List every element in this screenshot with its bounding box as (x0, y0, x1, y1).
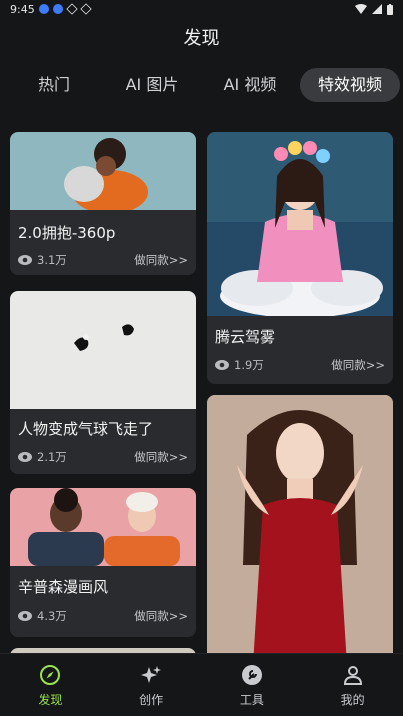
card-thumbnail (10, 291, 196, 409)
nav-discover[interactable]: 发现 (0, 654, 101, 716)
card-title: 2.0拥抱-360p (18, 224, 116, 242)
notification-icon (52, 4, 63, 14)
nav-label: 创作 (139, 693, 164, 707)
person-icon (343, 666, 362, 685)
template-card[interactable] (207, 395, 393, 653)
cube-icon (80, 3, 92, 15)
card-title: 人物变成气球飞走了 (18, 420, 154, 438)
video-feed[interactable]: 2.0拥抱-360p 3.1万 做同款>> 人物变成气球飞走了 2.1万 做同款… (0, 130, 403, 653)
tab-ai-video[interactable]: AI 视频 (218, 68, 282, 102)
template-card[interactable]: 腾云驾雾 1.9万 做同款>> (207, 132, 393, 384)
bottom-nav: 发现 创作 工具 我的 (0, 653, 403, 716)
signal-icon (372, 4, 382, 14)
card-title: 腾云驾雾 (215, 328, 276, 346)
card-thumbnail (207, 395, 393, 653)
notification-icon (38, 4, 49, 14)
status-bar: 9:45 (0, 0, 403, 18)
sparkle-icon (141, 666, 162, 683)
card-thumbnail (10, 488, 196, 566)
card-thumbnail (10, 132, 196, 210)
view-count: 2.1万 (37, 450, 67, 464)
template-card[interactable]: 辛普森漫画风 4.3万 做同款>> (10, 488, 196, 637)
make-same-link[interactable]: 做同款>> (134, 608, 188, 624)
view-count: 3.1万 (37, 253, 67, 267)
make-same-link[interactable]: 做同款>> (134, 252, 188, 268)
card-meta: 3.1万 做同款>> (18, 252, 188, 268)
status-time: 9:45 (10, 2, 35, 16)
wifi-icon (355, 4, 367, 14)
cube-icon (66, 3, 78, 15)
make-same-link[interactable]: 做同款>> (134, 449, 188, 465)
category-tabs: 热门 AI 图片 AI 视频 特效视频 (0, 68, 403, 102)
eye-icon (215, 360, 229, 370)
battery-icon (387, 3, 393, 15)
card-meta: 1.9万 做同款>> (215, 357, 385, 373)
view-count: 1.9万 (234, 358, 264, 372)
nav-profile[interactable]: 我的 (302, 654, 403, 716)
view-count: 4.3万 (37, 609, 67, 623)
eye-icon (18, 255, 32, 265)
make-same-link[interactable]: 做同款>> (331, 357, 385, 373)
template-card[interactable]: 人物变成气球飞走了 2.1万 做同款>> (10, 291, 196, 474)
nav-tools[interactable]: 工具 (202, 654, 303, 716)
card-meta: 2.1万 做同款>> (18, 449, 188, 465)
nav-label: 工具 (239, 693, 264, 707)
card-thumbnail (207, 132, 393, 316)
wrench-icon (241, 665, 262, 685)
template-card[interactable]: 2.0拥抱-360p 3.1万 做同款>> (10, 132, 196, 275)
tab-hot[interactable]: 热门 (36, 68, 72, 102)
card-meta: 4.3万 做同款>> (18, 608, 188, 624)
tab-effect-video[interactable]: 特效视频 (300, 68, 401, 102)
eye-icon (18, 611, 32, 621)
page-title: 发现 (183, 28, 220, 49)
nav-create[interactable]: 创作 (101, 654, 202, 716)
tab-ai-image[interactable]: AI 图片 (120, 68, 184, 102)
card-title: 辛普森漫画风 (18, 578, 109, 596)
nav-label: 我的 (340, 693, 365, 707)
compass-icon (40, 665, 61, 685)
eye-icon (18, 452, 32, 462)
nav-label: 发现 (38, 693, 63, 707)
